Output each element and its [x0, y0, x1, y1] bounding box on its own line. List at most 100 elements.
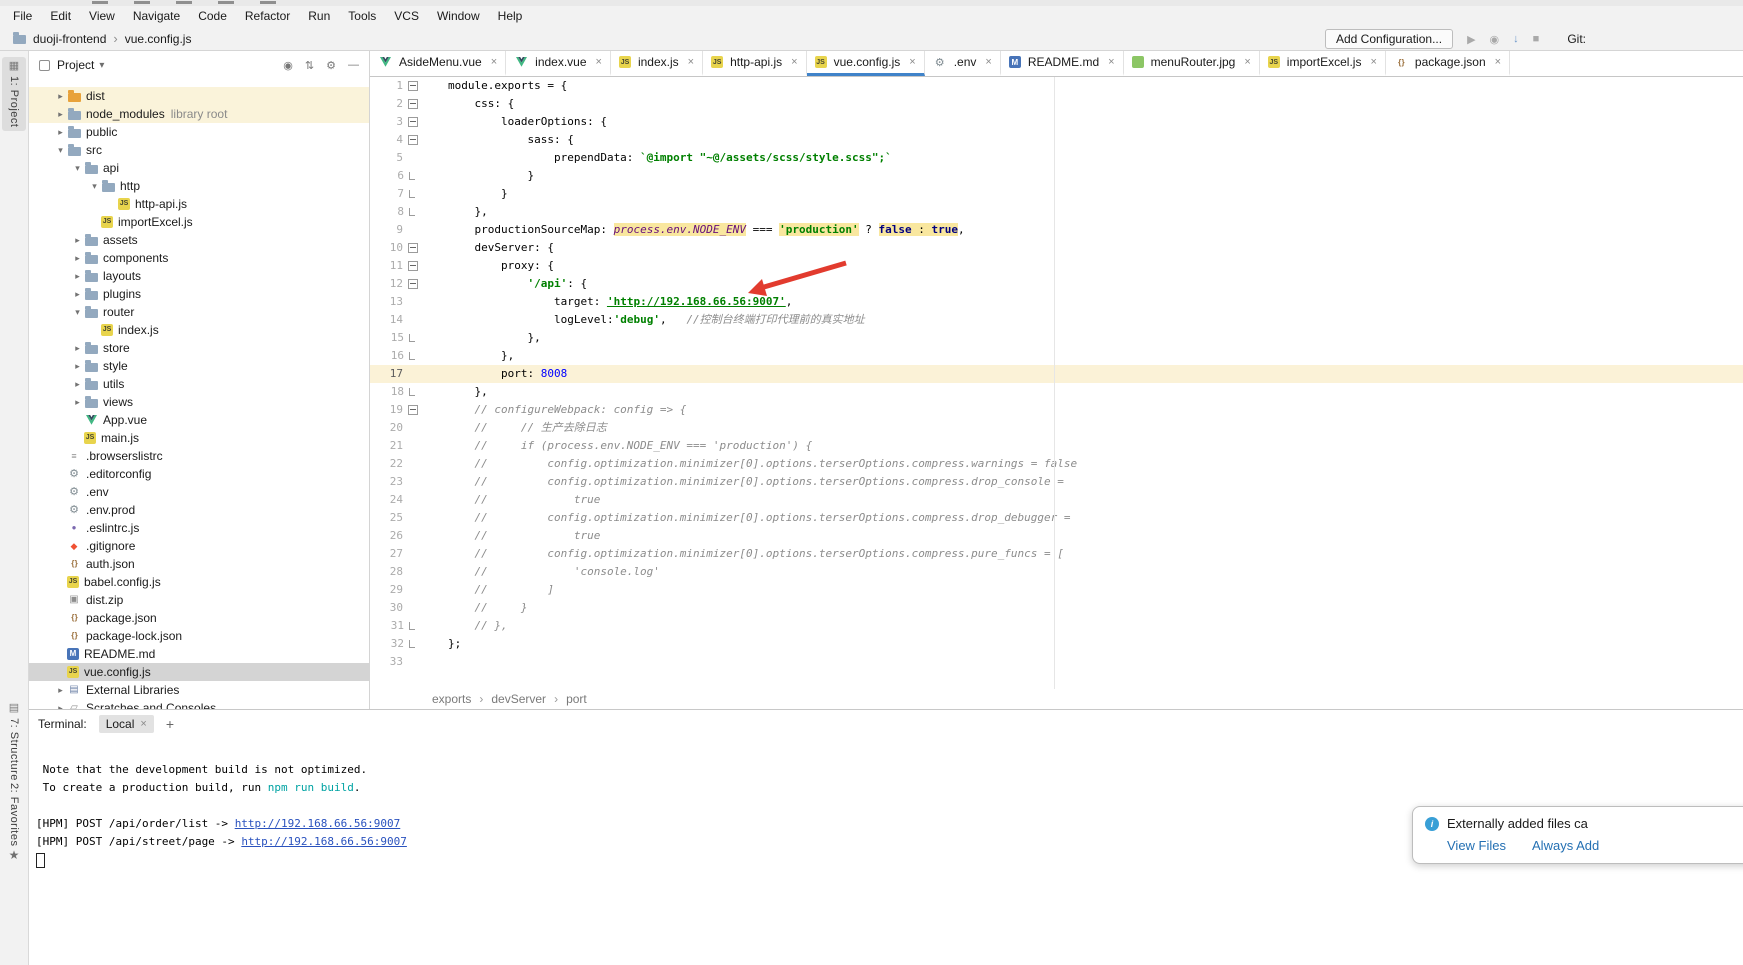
fold-marker[interactable] [409, 352, 415, 360]
menu-refactor[interactable]: Refactor [236, 6, 299, 27]
chevron-right-icon[interactable]: ▸ [54, 123, 67, 141]
code-line[interactable]: 27 // config.optimization.minimizer[0].o… [370, 545, 1743, 563]
terminal-link[interactable]: http://192.168.66.56:9007 [235, 817, 401, 830]
close-tab-icon[interactable]: × [791, 56, 797, 68]
tree-item-components[interactable]: ▸components [29, 249, 369, 267]
tree-item-external-libraries[interactable]: ▸▤External Libraries [29, 681, 369, 699]
close-tab-icon[interactable]: × [909, 56, 915, 68]
code-line[interactable]: 33 [370, 653, 1743, 671]
menu-tools[interactable]: Tools [339, 6, 385, 27]
breadcrumb-file[interactable]: vue.config.js [125, 32, 192, 46]
update-project-icon[interactable]: ↓ [1513, 33, 1519, 45]
tab-importexcel-js[interactable]: JSimportExcel.js× [1260, 51, 1386, 76]
menu-code[interactable]: Code [189, 6, 236, 27]
code-line[interactable]: 14 logLevel:'debug', //控制台终端打印代理前的真实地址 [370, 311, 1743, 329]
menu-run[interactable]: Run [299, 6, 339, 27]
tree-item-editorconfig[interactable]: ⚙.editorconfig [29, 465, 369, 483]
tree-item-gitignore[interactable]: ◆.gitignore [29, 537, 369, 555]
tree-item-main-js[interactable]: JSmain.js [29, 429, 369, 447]
menu-file[interactable]: File [4, 6, 41, 27]
close-tab-icon[interactable]: × [1370, 56, 1376, 68]
always-add-link[interactable]: Always Add [1532, 838, 1599, 853]
tree-item-auth-json[interactable]: { }auth.json [29, 555, 369, 573]
stop-icon[interactable]: ■ [1533, 33, 1540, 45]
chevron-right-icon[interactable]: ▸ [71, 249, 84, 267]
tree-item-scratches-and-consoles[interactable]: ▸▱Scratches and Consoles [29, 699, 369, 709]
code-line[interactable]: 9 productionSourceMap: process.env.NODE_… [370, 221, 1743, 239]
tree-item-browserslistrc[interactable]: ≡.browserslistrc [29, 447, 369, 465]
tree-item-dist[interactable]: ▸dist [29, 87, 369, 105]
terminal-tab-local[interactable]: Local × [99, 715, 154, 733]
code-line[interactable]: 8 }, [370, 203, 1743, 221]
fold-marker[interactable] [409, 208, 415, 216]
tab-index-vue[interactable]: index.vue× [506, 51, 611, 76]
fold-marker[interactable] [408, 261, 418, 271]
tree-item-http[interactable]: ▾http [29, 177, 369, 195]
menu-vcs[interactable]: VCS [385, 6, 428, 27]
close-tab-icon[interactable]: × [1108, 56, 1114, 68]
tree-item-views[interactable]: ▸views [29, 393, 369, 411]
code-line[interactable]: 1module.exports = { [370, 77, 1743, 95]
breadcrumb-exports[interactable]: exports [432, 692, 471, 706]
code-line[interactable]: 29 // ] [370, 581, 1743, 599]
code-line[interactable]: 18 }, [370, 383, 1743, 401]
close-tab-icon[interactable]: × [1495, 56, 1501, 68]
fold-marker[interactable] [409, 388, 415, 396]
add-configuration-button[interactable]: Add Configuration... [1325, 29, 1453, 49]
chevron-down-icon[interactable]: ▾ [71, 303, 84, 321]
code-line[interactable]: 7 } [370, 185, 1743, 203]
tree-item-env[interactable]: ⚙.env [29, 483, 369, 501]
tree-item-dist-zip[interactable]: ▣dist.zip [29, 591, 369, 609]
tree-item-babel-config-js[interactable]: JSbabel.config.js [29, 573, 369, 591]
code-line[interactable]: 6 } [370, 167, 1743, 185]
code-line[interactable]: 2 css: { [370, 95, 1743, 113]
close-tab-icon[interactable]: × [596, 56, 602, 68]
chevron-right-icon[interactable]: ▸ [71, 357, 84, 375]
chevron-down-icon[interactable]: ▾ [54, 141, 67, 159]
fold-marker[interactable] [409, 622, 415, 630]
chevron-right-icon[interactable]: ▸ [71, 231, 84, 249]
menu-edit[interactable]: Edit [41, 6, 80, 27]
tree-item-plugins[interactable]: ▸plugins [29, 285, 369, 303]
code-line[interactable]: 15 }, [370, 329, 1743, 347]
tree-item-package-lock-json[interactable]: { }package-lock.json [29, 627, 369, 645]
code-line[interactable]: 25 // config.optimization.minimizer[0].o… [370, 509, 1743, 527]
tree-item-app-vue[interactable]: App.vue [29, 411, 369, 429]
tree-item-style[interactable]: ▸style [29, 357, 369, 375]
breadcrumb-project[interactable]: duoji-frontend [33, 32, 106, 46]
fold-marker[interactable] [409, 640, 415, 648]
tree-item-router[interactable]: ▾router [29, 303, 369, 321]
tree-item-readme-md[interactable]: MREADME.md [29, 645, 369, 663]
tab-vue-config-js[interactable]: JSvue.config.js× [807, 51, 925, 76]
tree-item-node-modules[interactable]: ▸node_moduleslibrary root [29, 105, 369, 123]
tab-asidemenu-vue[interactable]: AsideMenu.vue× [370, 51, 506, 76]
menu-view[interactable]: View [80, 6, 124, 27]
fold-marker[interactable] [408, 279, 418, 289]
fold-marker[interactable] [408, 135, 418, 145]
tab-menurouter-jpg[interactable]: menuRouter.jpg× [1124, 51, 1260, 76]
tab-index-js[interactable]: JSindex.js× [611, 51, 703, 76]
code-line[interactable]: 31 // }, [370, 617, 1743, 635]
tree-item-utils[interactable]: ▸utils [29, 375, 369, 393]
close-tab-icon[interactable]: × [985, 56, 991, 68]
menu-help[interactable]: Help [489, 6, 532, 27]
chevron-right-icon[interactable]: ▸ [71, 375, 84, 393]
tree-item-index-js[interactable]: JSindex.js [29, 321, 369, 339]
tree-item-api[interactable]: ▾api [29, 159, 369, 177]
code-line[interactable]: 17 port: 8008 [370, 365, 1743, 383]
collapse-all-icon[interactable]: ⇅ [305, 59, 314, 72]
tab-package-json[interactable]: { }package.json× [1386, 51, 1510, 76]
view-files-link[interactable]: View Files [1447, 838, 1506, 853]
project-panel-title[interactable]: Project [57, 58, 94, 72]
chevron-down-icon[interactable]: ▾ [88, 177, 101, 195]
chevron-right-icon[interactable]: ▸ [54, 681, 67, 699]
chevron-right-icon[interactable]: ▸ [71, 267, 84, 285]
fold-marker[interactable] [409, 190, 415, 198]
settings-icon[interactable]: ⚙ [326, 59, 336, 72]
tab-env[interactable]: ⚙.env× [925, 51, 1001, 76]
chevron-down-icon[interactable]: ▾ [71, 159, 84, 177]
tab-http-api-js[interactable]: JShttp-api.js× [703, 51, 806, 76]
tree-item-store[interactable]: ▸store [29, 339, 369, 357]
fold-marker[interactable] [408, 243, 418, 253]
debug-icon[interactable]: ◉ [1490, 33, 1500, 46]
